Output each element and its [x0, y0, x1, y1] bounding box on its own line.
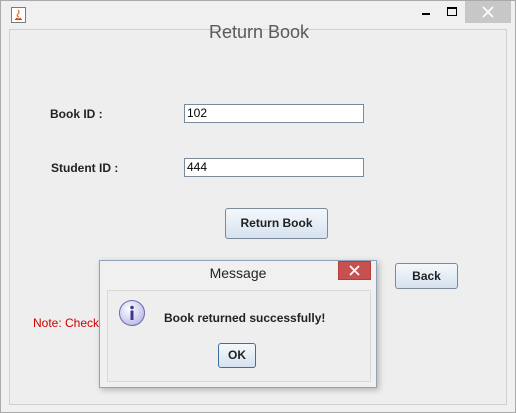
book-id-field[interactable]: 102	[184, 104, 364, 123]
close-icon	[482, 6, 494, 18]
maximize-button[interactable]	[439, 1, 465, 23]
book-id-label: Book ID :	[50, 107, 103, 121]
ok-button[interactable]: OK	[218, 343, 256, 368]
back-button[interactable]: Back	[395, 263, 458, 289]
student-id-label: Student ID :	[51, 161, 119, 175]
close-icon	[349, 265, 360, 276]
note-text: Note: Check	[33, 316, 100, 330]
minimize-button[interactable]	[413, 1, 439, 23]
dialog-message: Book returned successfully!	[164, 311, 326, 325]
student-id-field[interactable]: 444	[184, 158, 364, 177]
maximize-icon	[447, 7, 457, 16]
dialog-body: Book returned successfully! OK	[107, 290, 371, 382]
dialog-close-button[interactable]	[338, 261, 371, 280]
java-icon	[11, 7, 26, 23]
minimize-icon	[422, 13, 430, 15]
return-book-button[interactable]: Return Book	[225, 208, 328, 239]
close-window-button[interactable]	[465, 1, 511, 23]
info-icon	[119, 300, 145, 326]
message-dialog: Message Book returned successfully! OK	[99, 260, 377, 388]
dialog-title: Message	[209, 265, 267, 281]
page-title: Return Book	[208, 22, 310, 42]
